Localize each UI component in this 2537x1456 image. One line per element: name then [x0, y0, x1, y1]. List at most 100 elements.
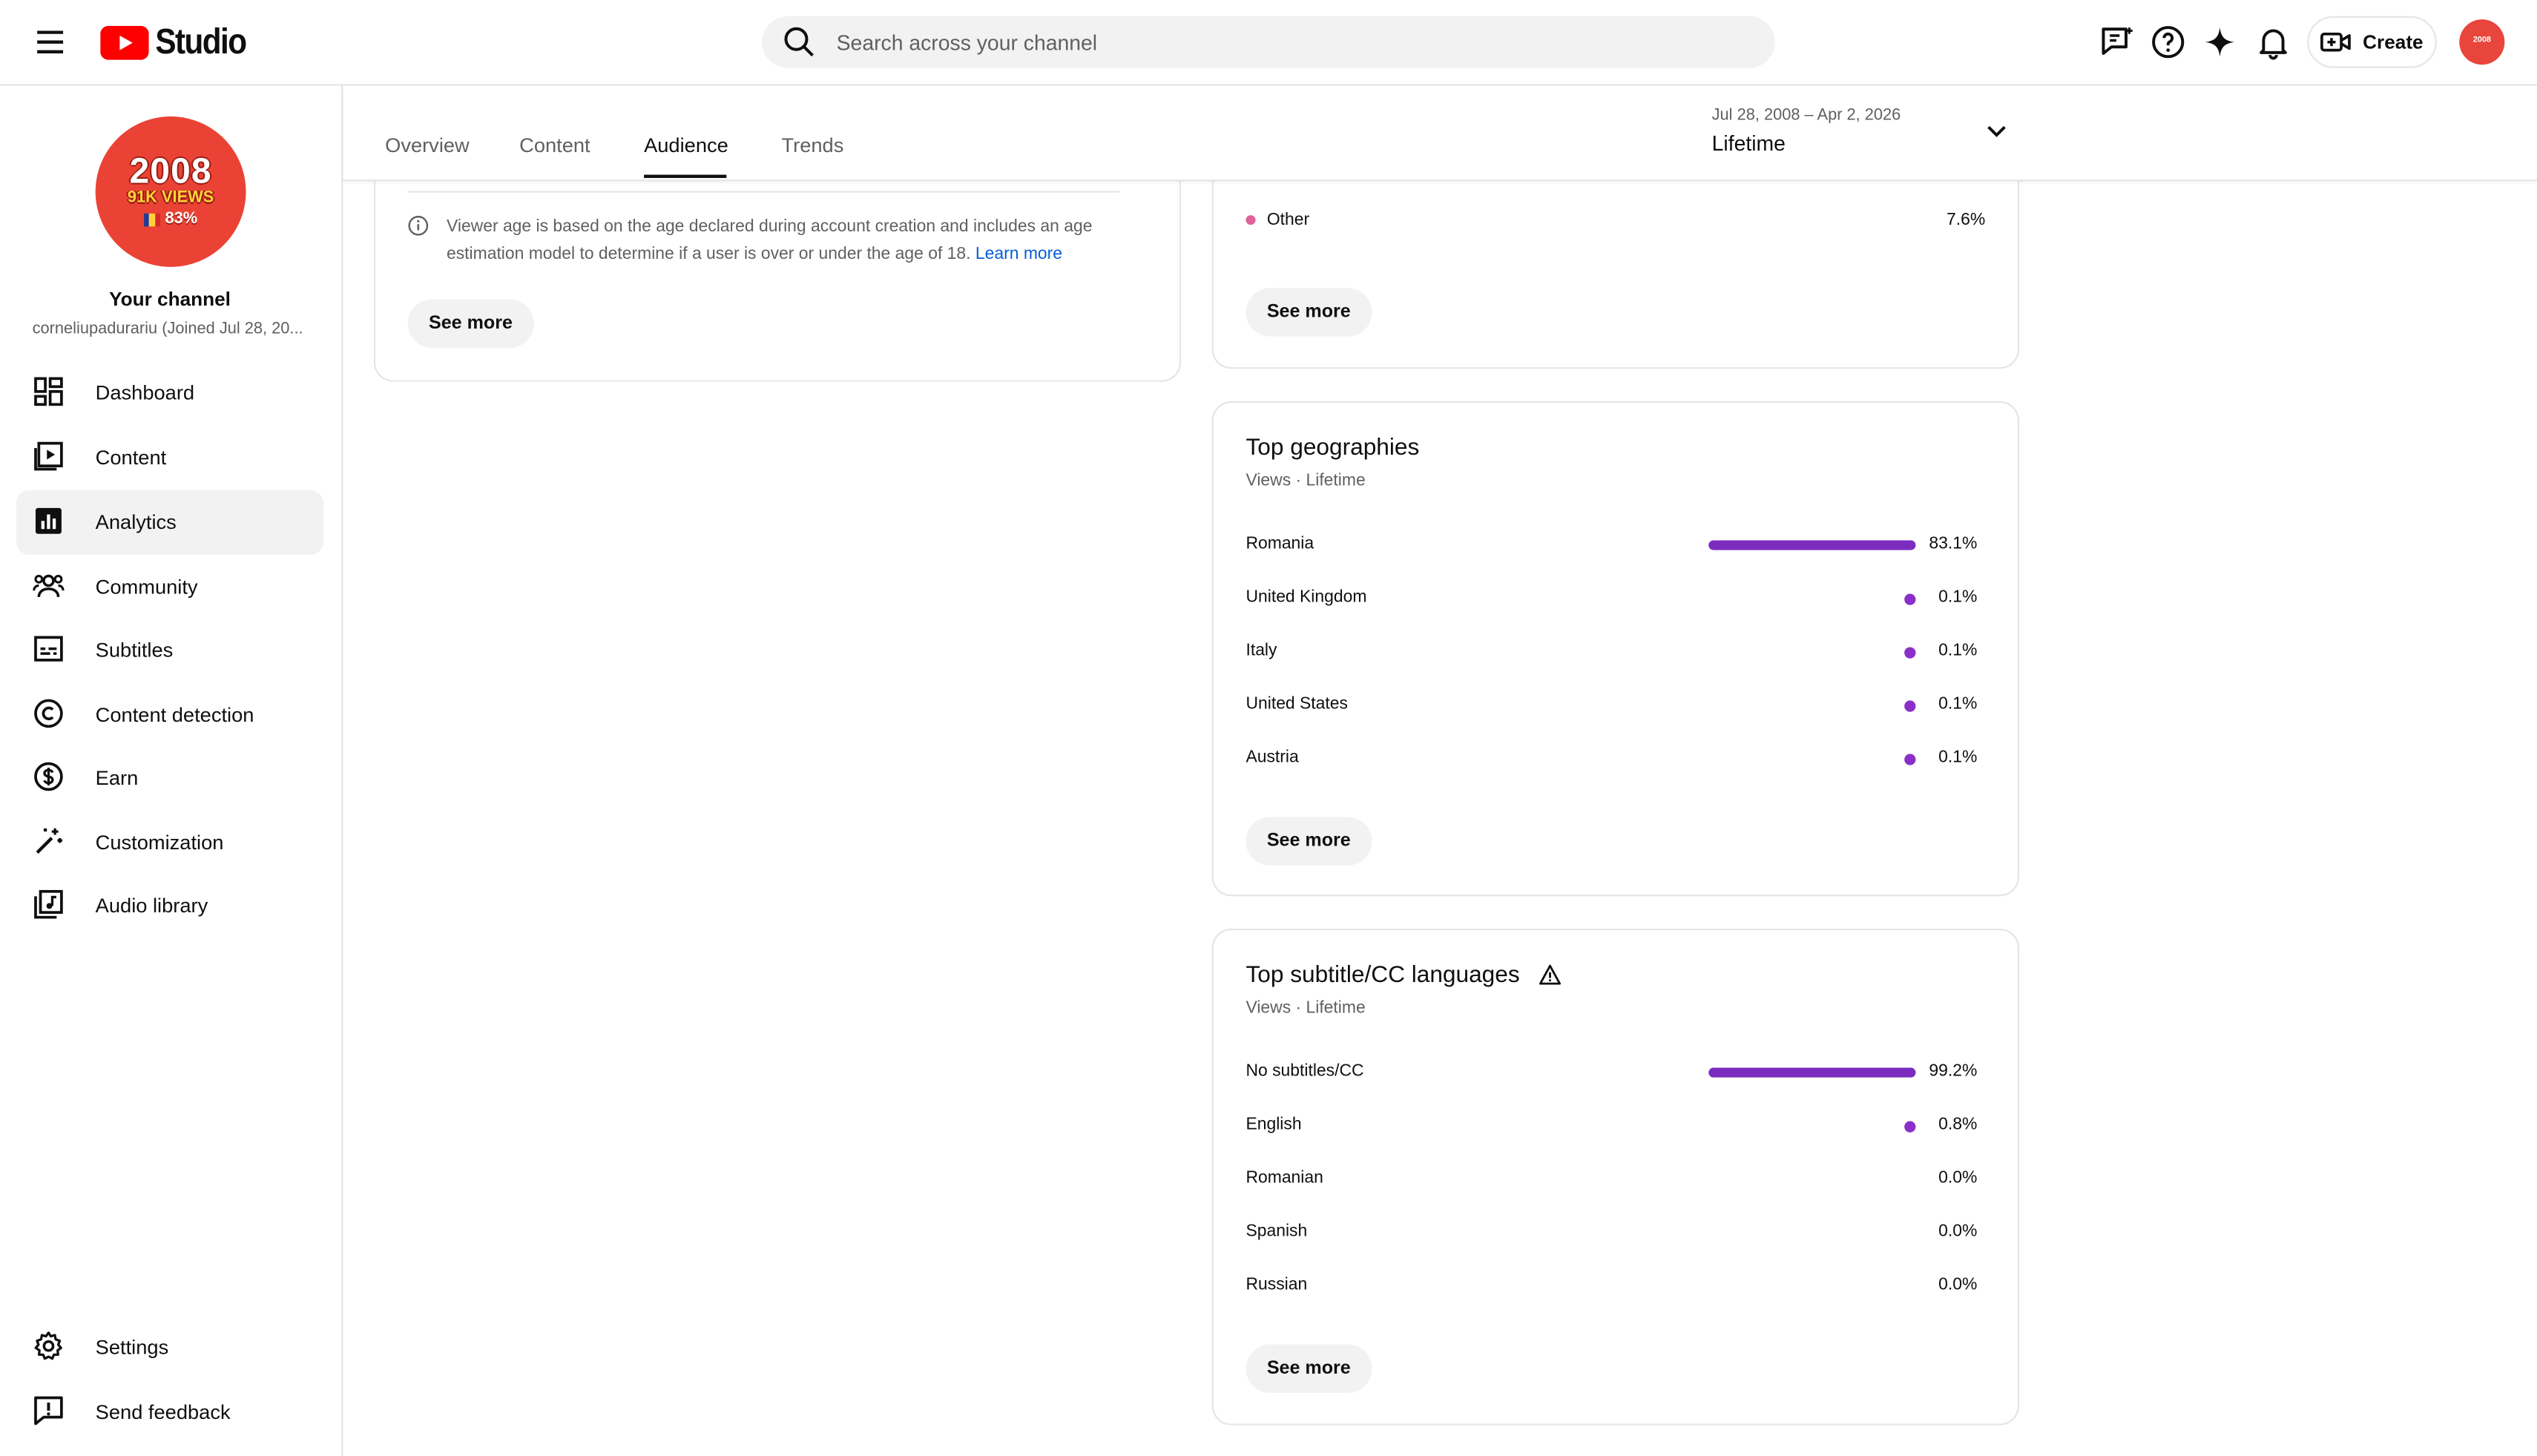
sidebar-item-analytics[interactable]: Analytics — [16, 490, 324, 556]
copyright-icon — [34, 699, 63, 728]
top-subtitle-languages-card: Top subtitle/CC languages Views · Lifeti… — [1211, 928, 2020, 1426]
sidebar-item-subtitles[interactable]: Subtitles — [16, 618, 323, 682]
row-label: English — [1246, 1114, 1302, 1134]
partial-see-more-button[interactable]: See more — [1246, 288, 1372, 337]
channel-avatar-views: 91K VIEWS — [127, 189, 214, 208]
dollar-icon — [34, 762, 63, 791]
other-value: 7.6% — [1947, 210, 1986, 230]
list-item: Italy 0.1% — [1246, 636, 1977, 668]
top-geographies-card: Top geographies Views · Lifetime Romania… — [1211, 401, 2020, 897]
notifications-bell-icon[interactable] — [2254, 23, 2292, 62]
account-avatar[interactable]: 2008 — [2459, 19, 2505, 65]
sidebar-item-send-feedback[interactable]: Send feedback — [16, 1380, 323, 1444]
share-bar — [1708, 540, 1916, 550]
age-see-more-button[interactable]: See more — [407, 299, 534, 348]
sidebar-item-earn[interactable]: Earn — [16, 745, 323, 810]
sidebar: 2008 91K VIEWS 83% Your channel corneliu… — [0, 85, 343, 1456]
row-label: Austria — [1246, 747, 1299, 767]
warning-icon[interactable] — [1539, 964, 1562, 985]
channel-name[interactable]: Your channel — [0, 288, 340, 311]
row-value: 0.1% — [1938, 587, 1978, 607]
analytics-tab-bar: Overview Content Audience Trends Jul 28,… — [343, 85, 2537, 182]
sparkle-icon[interactable] — [2200, 23, 2239, 62]
content-icon — [34, 441, 63, 471]
share-dot — [1904, 1121, 1916, 1133]
help-icon[interactable] — [2149, 23, 2188, 62]
chevron-down-icon[interactable] — [1984, 118, 2010, 144]
search-bar[interactable] — [762, 16, 1775, 68]
date-range-text[interactable]: Jul 28, 2008 – Apr 2, 2026 — [1712, 107, 1901, 125]
share-bar-fill — [1708, 540, 1916, 550]
feedback-icon — [34, 1396, 63, 1426]
menu-icon[interactable] — [30, 23, 69, 62]
row-label: Spanish — [1246, 1221, 1308, 1241]
sidebar-item-content-detection[interactable]: Content detection — [16, 682, 323, 747]
search-input[interactable] — [836, 16, 1743, 68]
age-info-text: Viewer age is based on the age declared … — [447, 214, 1126, 269]
row-label: United States — [1246, 694, 1348, 714]
search-icon[interactable] — [781, 24, 817, 60]
subtitles-title: Top subtitle/CC languages — [1246, 963, 1562, 989]
row-label: Italy — [1246, 640, 1277, 660]
share-dot — [1904, 700, 1916, 712]
tab-trends[interactable]: Trends — [781, 134, 843, 157]
sidebar-item-label: Community — [95, 576, 198, 599]
row-value: 0.0% — [1938, 1167, 1978, 1187]
other-dot — [1246, 215, 1256, 225]
sidebar-item-label: Earn — [95, 766, 139, 790]
list-item: Romanian 0.0% — [1246, 1163, 1977, 1196]
sidebar-item-settings[interactable]: Settings — [16, 1315, 323, 1380]
channel-avatar-year: 2008 — [129, 150, 212, 191]
account-avatar-text: 2008 — [2472, 36, 2491, 46]
sidebar-item-label: Settings — [95, 1336, 169, 1360]
magic-wand-icon — [36, 828, 62, 854]
list-item: United Kingdom 0.1% — [1246, 582, 1977, 615]
row-value: 99.2% — [1929, 1061, 1978, 1081]
info-icon — [408, 215, 429, 236]
sidebar-item-label: Analytics — [95, 511, 177, 534]
geographies-title: Top geographies — [1246, 435, 1420, 461]
row-label: Russian — [1246, 1274, 1308, 1294]
list-item: Russian 0.0% — [1246, 1270, 1977, 1302]
row-label: United Kingdom — [1246, 587, 1367, 607]
sidebar-item-community[interactable]: Community — [16, 555, 323, 619]
date-period-text[interactable]: Lifetime — [1712, 131, 1786, 156]
create-label: Create — [2363, 30, 2424, 53]
share-bar — [1708, 1067, 1916, 1078]
sidebar-item-audio-library[interactable]: Audio library — [16, 874, 323, 938]
studio-logo[interactable]: Studio — [100, 21, 258, 63]
studio-label: Studio — [155, 21, 247, 62]
audio-library-icon — [34, 889, 63, 919]
row-value: 0.1% — [1938, 694, 1978, 714]
sidebar-item-label: Content — [95, 446, 167, 470]
subtitles-icon — [34, 636, 63, 662]
subtitles-see-more-button[interactable]: See more — [1246, 1344, 1372, 1393]
community-icon — [33, 574, 65, 597]
geographies-subtitle: Views · Lifetime — [1246, 470, 1366, 490]
row-label: No subtitles/CC — [1246, 1061, 1364, 1081]
channel-avatar[interactable]: 2008 91K VIEWS 83% — [95, 116, 246, 267]
list-item: United States 0.1% — [1246, 689, 1977, 722]
sidebar-item-dashboard[interactable]: Dashboard — [16, 360, 323, 425]
divider — [407, 191, 1120, 193]
channel-avatar-pct-row: 83% — [144, 208, 197, 229]
feedback-chat-icon[interactable] — [2097, 23, 2136, 62]
list-item: Austria 0.1% — [1246, 742, 1977, 775]
sidebar-item-customization[interactable]: Customization — [16, 811, 323, 875]
row-value: 0.1% — [1938, 747, 1978, 767]
row-value: 0.8% — [1938, 1114, 1978, 1134]
row-label: Romanian — [1246, 1167, 1323, 1187]
create-button[interactable]: Create — [2307, 16, 2437, 68]
share-dot — [1904, 754, 1916, 765]
share-bar-fill — [1708, 1067, 1916, 1078]
tab-content[interactable]: Content — [519, 134, 590, 157]
row-value: 0.0% — [1938, 1274, 1978, 1294]
dashboard-icon — [34, 377, 63, 406]
youtube-logo-icon — [100, 24, 149, 59]
tab-audience[interactable]: Audience — [644, 134, 728, 157]
tab-overview[interactable]: Overview — [385, 134, 470, 157]
analytics-icon — [35, 507, 62, 534]
geographies-see-more-button[interactable]: See more — [1246, 817, 1372, 866]
learn-more-link[interactable]: Learn more — [975, 244, 1062, 263]
sidebar-item-content[interactable]: Content — [16, 426, 323, 490]
